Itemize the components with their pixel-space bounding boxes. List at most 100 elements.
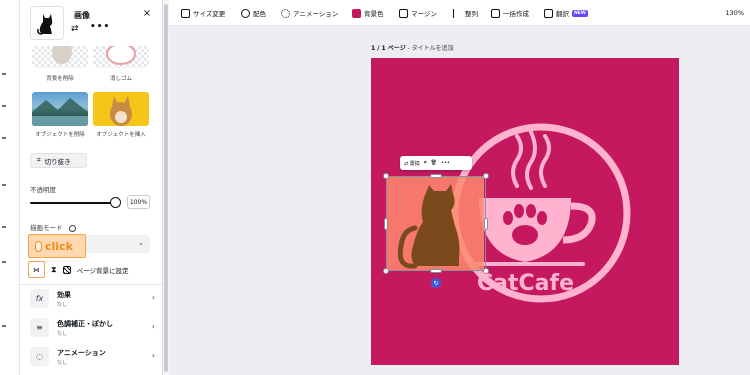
- toolbar-label: 翻訳: [556, 10, 569, 18]
- effects-row[interactable]: fx 効果 なし ›: [30, 288, 155, 312]
- scrollbar-thumb[interactable]: [164, 4, 168, 372]
- margin-button[interactable]: マージン: [399, 0, 437, 26]
- tile-label: 背景を削除: [46, 76, 74, 82]
- bulk-create-icon: [491, 8, 500, 18]
- toolbar-label: マージン: [411, 10, 437, 18]
- color-adjust-row[interactable]: ≡ 色調補正・ぼかし なし ›: [30, 317, 155, 341]
- align-button[interactable]: 整列: [453, 0, 478, 26]
- crop-icon[interactable]: ⌗: [424, 160, 427, 166]
- dog-photo-icon: [110, 96, 132, 126]
- resize-icon: [181, 8, 190, 18]
- rail-icon[interactable]: [2, 184, 8, 189]
- remove-background-tile[interactable]: [32, 46, 88, 68]
- trash-icon[interactable]: 🗑: [431, 160, 437, 166]
- toolbar-label: 整列: [465, 10, 478, 18]
- blend-mode-label-text: 描画モード: [30, 224, 63, 232]
- toolbar-label: アニメーション: [293, 10, 339, 18]
- left-rail: [0, 0, 20, 375]
- toolbar-label: 一括作成: [503, 10, 529, 18]
- opacity-slider-knob[interactable]: [110, 197, 121, 208]
- more-icon[interactable]: •••: [441, 160, 450, 166]
- property-value: なし: [57, 302, 68, 308]
- page-title[interactable]: - タイトルを追加: [406, 45, 454, 52]
- replace-button[interactable]: ⇄ 置換: [404, 160, 420, 167]
- page-number: 1 / 1 ページ: [371, 45, 406, 52]
- logo-text: CatCafe: [477, 271, 574, 296]
- swap-icon: ⇄: [404, 160, 409, 167]
- resize-handle[interactable]: [384, 218, 388, 230]
- rail-icon[interactable]: [2, 137, 8, 142]
- click-hint-overlay: click: [28, 234, 86, 258]
- flip-horizontal-icon[interactable]: ⋈: [28, 261, 45, 278]
- set-page-background-button[interactable]: ページ背景に設定: [77, 265, 129, 275]
- chevron-down-icon: ⌄: [138, 239, 144, 247]
- property-value: なし: [57, 331, 68, 337]
- chevron-right-icon: ›: [151, 322, 155, 331]
- new-badge: NEW: [572, 9, 588, 17]
- rotate-icon[interactable]: ↻: [431, 278, 441, 288]
- resize-handle[interactable]: [483, 268, 489, 274]
- color-swatch-icon: [352, 8, 361, 18]
- selection-box[interactable]: [386, 176, 486, 271]
- resize-handle[interactable]: [483, 173, 489, 179]
- image-edit-panel: 画像 × ⇄ ••• 背景を削除 消しゴム オブジェクトを削除 オブジェクトを挿…: [20, 0, 163, 375]
- remove-object-tile[interactable]: [32, 92, 88, 126]
- fx-icon: fx: [30, 289, 49, 308]
- divider: [20, 284, 162, 285]
- chevron-right-icon: ›: [151, 293, 155, 302]
- color-scheme-button[interactable]: 配色: [241, 0, 266, 26]
- opacity-label: 不透明度: [30, 186, 56, 194]
- bulk-create-button[interactable]: 一括作成: [491, 0, 529, 26]
- top-toolbar: サイズ変更 配色 アニメーション 背景色 マージン 整列 一括作成 翻訳 NEW …: [169, 0, 750, 26]
- translate-button[interactable]: 翻訳 NEW: [544, 0, 588, 26]
- property-name: 色調補正・ぼかし: [57, 320, 113, 328]
- opacity-slider[interactable]: [30, 202, 115, 204]
- rail-icon[interactable]: [2, 73, 8, 78]
- resize-handle[interactable]: [430, 174, 442, 178]
- crop-icon: ⌗: [37, 156, 41, 164]
- rail-icon[interactable]: [2, 325, 8, 330]
- panel-title: 画像: [74, 11, 90, 20]
- background-color-button[interactable]: 背景色: [352, 0, 384, 26]
- page-background-icon[interactable]: [62, 265, 71, 274]
- tile-label: 消しゴム: [109, 76, 132, 82]
- panel-scrollbar[interactable]: [163, 0, 169, 375]
- blend-mode-label: 描画モード: [30, 222, 76, 232]
- opacity-value-field[interactable]: 100%: [127, 195, 150, 209]
- zoom-level[interactable]: 130%: [725, 0, 744, 26]
- image-thumbnail: [30, 6, 64, 40]
- insert-object-tile[interactable]: [93, 92, 149, 126]
- chevron-right-icon: ›: [151, 351, 155, 360]
- sliders-icon: ≡: [30, 318, 49, 337]
- tile-label: オブジェクトを挿入: [96, 132, 146, 138]
- eraser-tile[interactable]: [93, 46, 149, 68]
- property-value: なし: [57, 360, 68, 366]
- resize-handle[interactable]: [383, 268, 389, 274]
- mouse-icon: [35, 240, 42, 252]
- animation-button[interactable]: アニメーション: [281, 0, 338, 26]
- click-hint-text: click: [45, 239, 73, 253]
- resize-handle[interactable]: [484, 218, 488, 230]
- crop-button[interactable]: ⌗ 切り抜き: [30, 153, 87, 168]
- align-icon: [453, 8, 462, 18]
- resize-handle[interactable]: [430, 269, 442, 273]
- toolbar-label: サイズ変更: [193, 10, 226, 18]
- flip-vertical-icon[interactable]: ⧗: [51, 265, 57, 275]
- more-icon[interactable]: •••: [90, 22, 110, 32]
- toolbar-label: 配色: [253, 10, 266, 18]
- resize-handle[interactable]: [383, 173, 389, 179]
- rail-icon[interactable]: [2, 261, 8, 266]
- translate-icon: [544, 8, 553, 18]
- margin-icon: [399, 8, 408, 18]
- replace-label: 置換: [409, 160, 420, 167]
- info-icon[interactable]: [68, 224, 76, 232]
- page-label[interactable]: 1 / 1 ページ - タイトルを追加: [371, 43, 454, 52]
- resize-button[interactable]: サイズ変更: [181, 0, 225, 26]
- rail-icon[interactable]: [2, 226, 8, 231]
- rail-icon[interactable]: [2, 105, 8, 110]
- toolbar-label: 背景色: [364, 10, 384, 18]
- woman-photo-icon: [52, 46, 72, 64]
- close-icon[interactable]: ×: [141, 8, 153, 20]
- swap-icon[interactable]: ⇄: [71, 24, 79, 34]
- animation-row[interactable]: ◌ アニメーション なし ›: [30, 346, 155, 370]
